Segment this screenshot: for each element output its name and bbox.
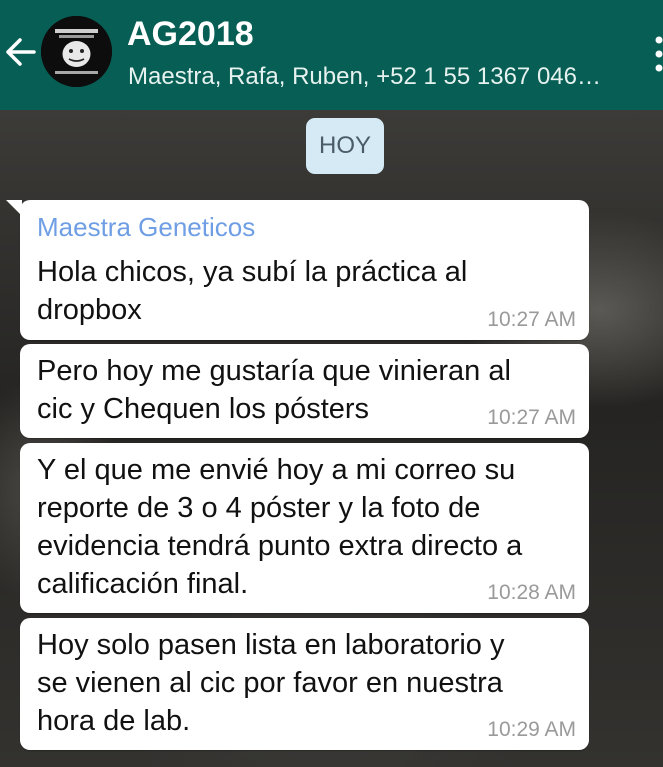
message-bubble[interactable]: Maestra Geneticos Hola chicos, ya subí l… [6,200,589,340]
message-text-line: calificación final. [37,568,249,600]
message-timestamp: 10:27 AM [487,308,576,331]
message-text-line: dropbox [37,294,142,326]
back-arrow-icon[interactable] [4,34,38,70]
chat-participants[interactable]: Maestra, Rafa, Ruben, +52 1 55 1367 046… [128,63,628,91]
group-avatar[interactable] [41,16,112,87]
message-timestamp: 10:29 AM [487,718,576,741]
message-text-line: evidencia tendrá punto extra directo a [37,530,523,562]
more-options-icon[interactable] [651,34,663,74]
message-bubble[interactable]: Pero hoy me gustaría que vinieran al cic… [20,344,589,438]
message-text-line: Y el que me envié hoy a mi correo su [37,454,516,486]
message-timestamp: 10:27 AM [487,406,576,429]
message-text-line: Pero hoy me gustaría que vinieran al [37,355,511,387]
date-divider: HOY [306,118,384,174]
message-timestamp: 10:28 AM [487,581,576,604]
message-bubble[interactable]: Hoy solo pasen lista en laboratorio y se… [20,618,589,750]
message-text-line: hora de lab. [37,705,191,737]
message-sender: Maestra Geneticos [37,212,256,242]
chat-title[interactable]: AG2018 [127,15,254,54]
chat-header: AG2018 Maestra, Rafa, Ruben, +52 1 55 13… [0,0,663,110]
message-text-line: Hoy solo pasen lista en laboratorio y [37,629,505,661]
message-text-line: se vienen al cic por favor en nuestra [37,667,503,699]
message-text-line: reporte de 3 o 4 póster y la foto de [37,492,481,524]
bubble-tail [6,200,22,216]
message-text-line: cic y Chequen los pósters [37,393,370,425]
meme-face-icon [41,16,112,87]
message-text-line: Hola chicos, ya subí la práctica al [37,256,468,288]
message-bubble[interactable]: Y el que me envié hoy a mi correo su rep… [20,443,589,613]
